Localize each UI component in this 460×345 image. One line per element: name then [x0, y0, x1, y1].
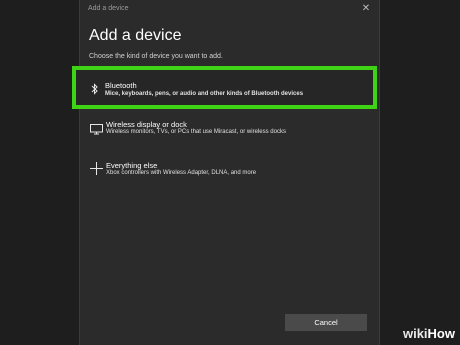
add-device-dialog: Add a device ✕ Add a device Choose the k… [79, 0, 380, 345]
option-description: Mice, keyboards, pens, or audio and othe… [105, 91, 304, 97]
option-bluetooth[interactable]: Bluetooth Mice, keyboards, pens, or audi… [72, 66, 377, 109]
option-description: Xbox controllers with Wireless Adapter, … [106, 170, 257, 176]
option-everything-else[interactable]: Everything else Xbox controllers with Wi… [89, 159, 371, 183]
window-title: Add a device [88, 5, 129, 12]
title-bar: Add a device ✕ [80, 0, 379, 20]
watermark-part1: wiki [402, 326, 428, 341]
background-right [380, 0, 460, 345]
dialog-subheading: Choose the kind of device you want to ad… [89, 53, 223, 60]
wikihow-watermark: wikiHow [403, 326, 455, 341]
background-left [0, 0, 79, 345]
close-button[interactable]: ✕ [359, 2, 373, 16]
dialog-heading: Add a device [89, 27, 182, 44]
watermark-part2: How [427, 326, 455, 341]
cancel-button[interactable]: Cancel [285, 314, 367, 331]
option-description: Wireless monitors, TVs, or PCs that use … [106, 129, 286, 135]
option-name: Bluetooth [105, 81, 137, 90]
option-name: Everything else [106, 161, 158, 170]
bluetooth-icon [88, 83, 102, 97]
option-wireless-display[interactable]: Wireless display or dock Wireless monito… [89, 119, 371, 143]
plus-icon [89, 162, 103, 176]
monitor-icon [89, 122, 103, 136]
option-name: Wireless display or dock [106, 120, 187, 129]
close-icon: ✕ [361, 3, 371, 14]
